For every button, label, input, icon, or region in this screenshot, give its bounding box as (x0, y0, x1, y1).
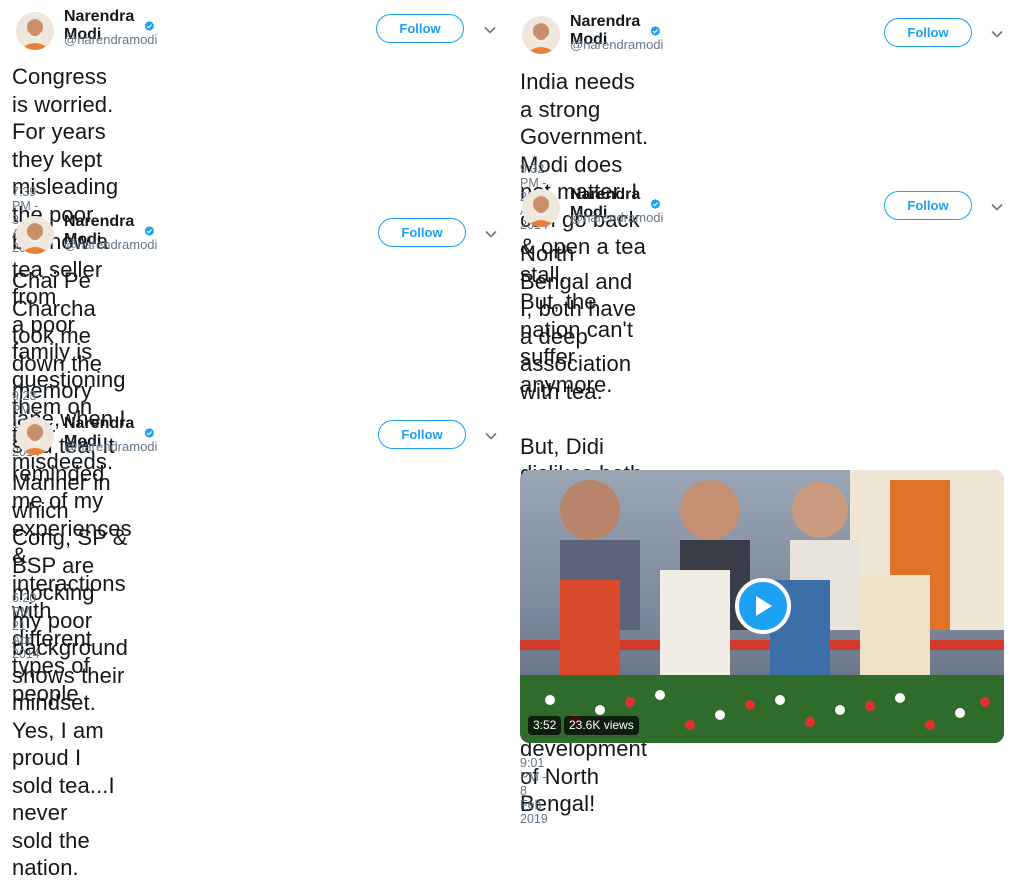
video-player[interactable]: 3:52 23.6K views (520, 470, 1004, 743)
chevron-down-icon[interactable] (990, 27, 1004, 41)
tweet-timestamp[interactable]: 9:01 PM - 8 Feb 2019 (520, 756, 548, 826)
author-handle[interactable]: @narendramodi (64, 439, 157, 454)
follow-button[interactable]: Follow (376, 14, 464, 43)
tweet-text: Manner in which Cong, SP & BSP are mocki… (12, 470, 128, 880)
play-button[interactable] (735, 578, 791, 634)
chevron-down-icon[interactable] (484, 429, 498, 443)
chevron-down-icon[interactable] (990, 200, 1004, 214)
play-icon (756, 596, 772, 616)
avatar[interactable] (16, 417, 54, 455)
avatar[interactable] (522, 189, 560, 227)
chevron-down-icon[interactable] (484, 227, 498, 241)
tweet-timestamp[interactable]: 6:20 PM - 21 Apr 2014 (12, 591, 40, 661)
author-handle[interactable]: @narendramodi (64, 32, 157, 47)
author-handle[interactable]: @narendramodi (64, 237, 157, 252)
author-handle[interactable]: @narendramodi (570, 37, 663, 52)
author-handle[interactable]: @narendramodi (570, 210, 663, 225)
follow-button[interactable]: Follow (884, 18, 972, 47)
follow-button[interactable]: Follow (884, 191, 972, 220)
follow-button[interactable]: Follow (378, 420, 466, 449)
video-duration: 3:52 (528, 716, 562, 735)
follow-button[interactable]: Follow (378, 218, 466, 247)
video-views: 23.6K views (564, 716, 639, 735)
avatar[interactable] (16, 216, 54, 254)
chevron-down-icon[interactable] (483, 23, 497, 37)
avatar[interactable] (16, 12, 54, 50)
avatar[interactable] (522, 16, 560, 54)
